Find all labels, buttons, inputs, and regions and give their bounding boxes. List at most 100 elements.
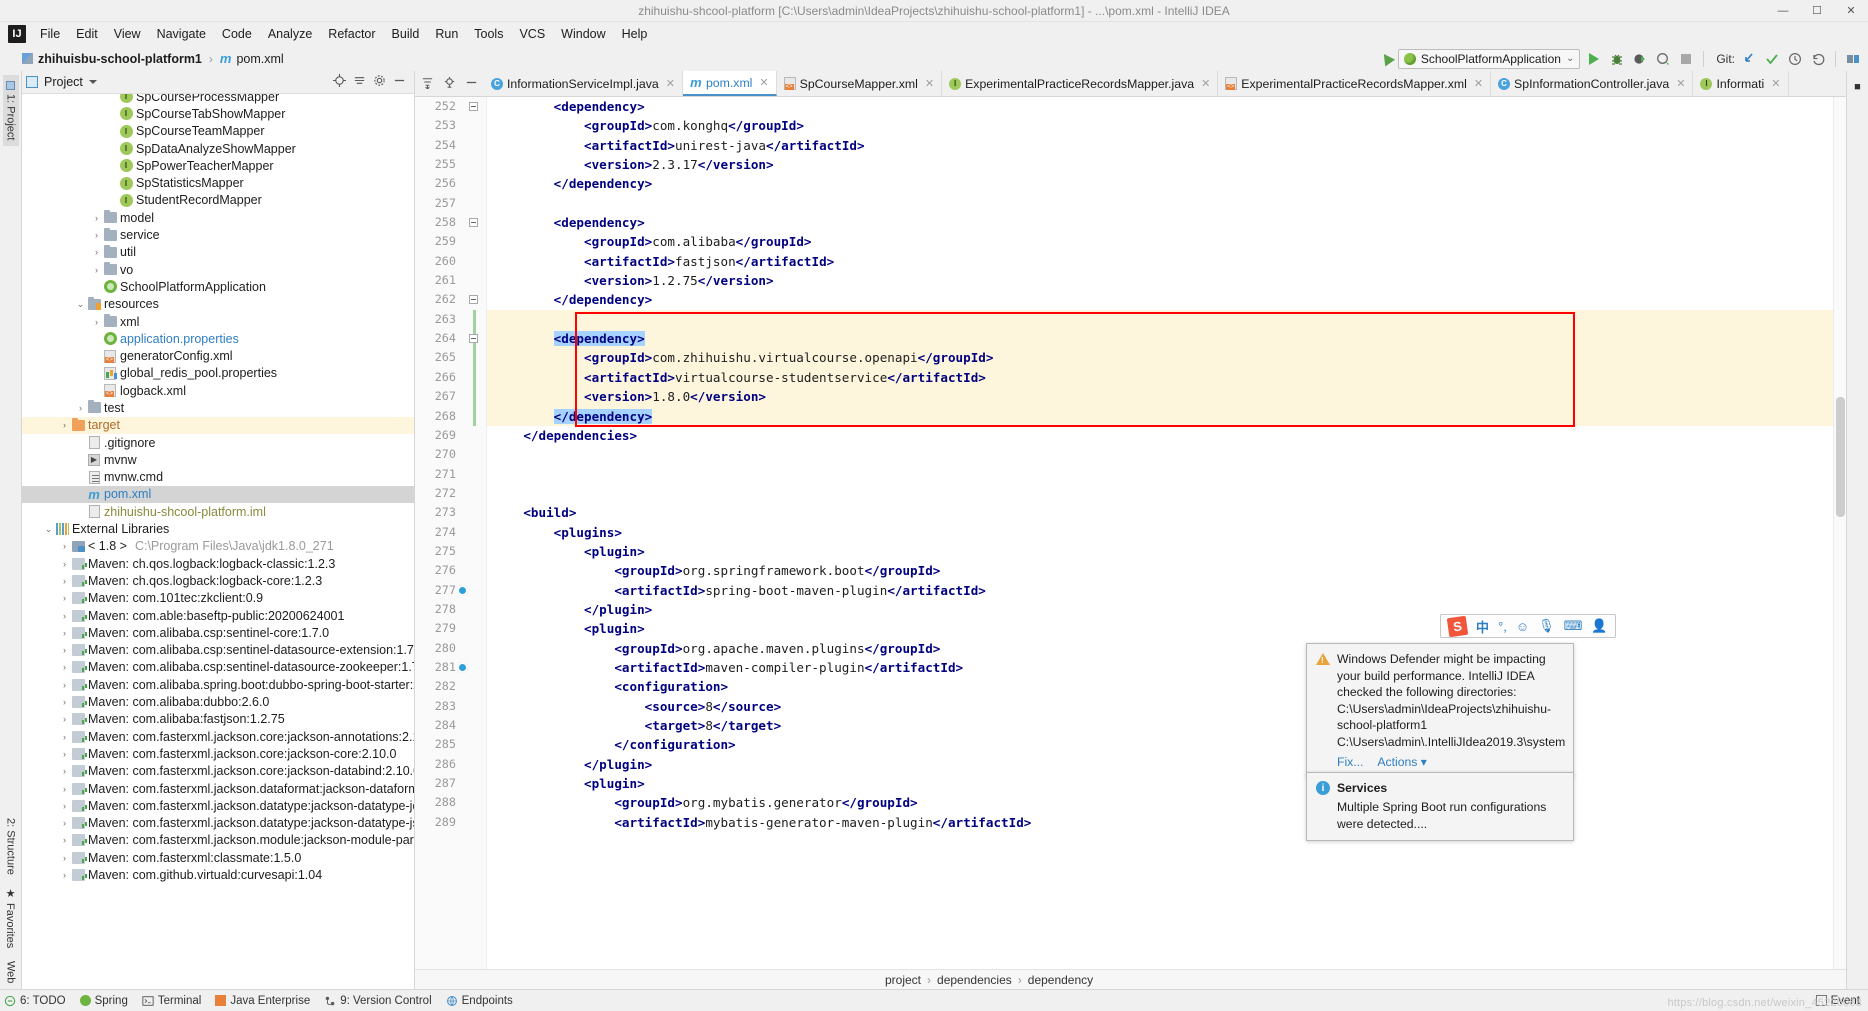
run-with-coverage-icon[interactable] [1631, 50, 1649, 68]
line-number[interactable]: 257 [415, 194, 486, 213]
line-number[interactable]: 255 [415, 155, 486, 174]
code-fold-icon[interactable] [469, 334, 478, 344]
tree-node[interactable]: › Maven: com.fasterxml:classmate:1.5.0 [22, 849, 414, 866]
code-line[interactable]: <dependency> [487, 329, 1833, 349]
code-line[interactable] [487, 309, 1833, 330]
line-number[interactable]: 284 [415, 716, 486, 735]
tree-node[interactable]: ›application.properties [22, 330, 414, 347]
line-number[interactable]: 253 [415, 116, 486, 135]
code-line[interactable]: <artifactId>maven-compiler-plugin</artif… [487, 658, 1833, 677]
tree-node[interactable]: › Maven: com.alibaba.csp:sentinel-core:1.… [22, 624, 414, 641]
scroll-from-source-icon[interactable] [333, 74, 346, 90]
tree-node[interactable]: › Maven: com.fasterxml.jackson.core:jacks… [22, 728, 414, 745]
code-line[interactable]: <artifactId>mybatis-generator-maven-plug… [487, 813, 1833, 832]
code-line[interactable]: </dependency> [487, 406, 1833, 426]
tree-node[interactable]: › test [22, 399, 414, 416]
line-number[interactable]: 264 [415, 329, 486, 348]
tree-node[interactable]: ›ISpPowerTeacherMapper [22, 157, 414, 174]
tree-expand-chevron-icon[interactable]: › [58, 662, 71, 672]
tree-node[interactable]: › Maven: com.alibaba:fastjson:1.2.75 [22, 711, 414, 728]
menu-tools[interactable]: Tools [466, 24, 511, 44]
line-number[interactable]: 263 [415, 310, 486, 329]
maximize-button[interactable]: ☐ [1800, 0, 1834, 22]
tree-node[interactable]: › Maven: com.alibaba.csp:sentinel-datasou… [22, 659, 414, 676]
tree-expand-chevron-icon[interactable]: › [58, 645, 71, 655]
tree-node[interactable]: ›generatorConfig.xml [22, 347, 414, 364]
sidebar-item-project[interactable]: 1: Project [2, 75, 19, 147]
tree-node[interactable]: › Maven: com.github.virtuald:curvesapi:1.… [22, 866, 414, 883]
maven-tool-window-icon[interactable]: ■ [1850, 75, 1866, 99]
ime-chinese-mode-icon[interactable]: 中 [1476, 617, 1489, 636]
ime-toolbar[interactable]: S 中 °, ☺ 🎙 ⌨ 👤 [1440, 614, 1616, 638]
breadcrumb-project-node[interactable]: project [885, 973, 921, 987]
close-button[interactable]: ✕ [1834, 0, 1868, 22]
code-line[interactable]: <groupId>org.springframework.boot</group… [487, 561, 1833, 580]
code-line[interactable]: <source>8</source> [487, 697, 1833, 716]
tree-expand-chevron-icon[interactable]: › [58, 835, 71, 845]
close-icon[interactable]: ✕ [666, 77, 675, 90]
tree-node[interactable]: › Maven: com.fasterxml.jackson.core:jacks… [22, 763, 414, 780]
tree-node[interactable]: › vo [22, 261, 414, 278]
sidebar-item-web[interactable]: Web [3, 955, 19, 989]
tree-expand-chevron-icon[interactable]: › [90, 247, 103, 257]
editor-scrollbar[interactable] [1833, 97, 1846, 969]
tree-node[interactable]: › Maven: com.fasterxml.jackson.dataformat… [22, 780, 414, 797]
code-fold-icon[interactable] [469, 218, 478, 228]
gear-icon[interactable] [373, 74, 386, 90]
code-line[interactable] [487, 194, 1833, 213]
line-number[interactable]: 289 [415, 813, 486, 832]
tree-expand-chevron-icon[interactable]: ⌄ [42, 524, 55, 535]
tree-node[interactable]: ›logback.xml [22, 382, 414, 399]
menu-help[interactable]: Help [614, 24, 656, 44]
tree-expand-chevron-icon[interactable]: › [58, 593, 71, 603]
line-number[interactable]: 275 [415, 542, 486, 561]
line-number[interactable]: 260 [415, 252, 486, 271]
code-content[interactable]: <dependency> <groupId>com.konghq</groupI… [487, 97, 1833, 969]
line-number[interactable]: 282 [415, 677, 486, 696]
tree-node[interactable]: ›ISpCourseTeamMapper [22, 123, 414, 140]
defender-notification[interactable]: Windows Defender might be impacting your… [1306, 643, 1574, 777]
code-line[interactable]: </plugin> [487, 755, 1833, 774]
tree-expand-chevron-icon[interactable]: › [58, 420, 71, 430]
rollback-icon[interactable] [1809, 50, 1827, 68]
line-number[interactable]: 259 [415, 232, 486, 251]
editor-tab[interactable]: C SpInformationController.java ✕ [1491, 71, 1694, 96]
code-line[interactable]: </configuration> [487, 735, 1833, 754]
close-icon[interactable]: ✕ [1676, 77, 1685, 90]
sogou-logo-icon[interactable]: S [1446, 615, 1469, 637]
line-number[interactable]: 268 [415, 407, 486, 426]
tree-node[interactable]: ›IStudentRecordMapper [22, 192, 414, 209]
close-icon[interactable]: ✕ [1771, 77, 1780, 90]
breadcrumb-dependency-node[interactable]: dependency [1028, 973, 1093, 987]
tree-expand-chevron-icon[interactable]: › [58, 628, 71, 638]
breadcrumb-dependencies-node[interactable]: dependencies [937, 973, 1012, 987]
hide-tabs-icon[interactable] [465, 76, 478, 92]
close-icon[interactable]: ✕ [1474, 77, 1483, 90]
editor-tab[interactable]: I ExperimentalPracticeRecordsMapper.java ✕ [942, 71, 1219, 96]
menu-code[interactable]: Code [214, 24, 260, 44]
line-number[interactable]: 287 [415, 774, 486, 793]
tree-expand-chevron-icon[interactable]: › [58, 541, 71, 551]
line-number[interactable]: 277 [415, 581, 486, 600]
editor-tab[interactable]: I Informati ✕ [1693, 71, 1789, 96]
run-icon[interactable] [1585, 50, 1603, 68]
tree-node[interactable]: › Maven: com.fasterxml.jackson.datatype:j… [22, 814, 414, 831]
tree-node[interactable]: ⌄ resources [22, 296, 414, 313]
scrollbar-thumb[interactable] [1836, 397, 1845, 517]
code-line[interactable]: </dependencies> [487, 426, 1833, 445]
tree-expand-chevron-icon[interactable]: › [58, 801, 71, 811]
tree-expand-chevron-icon[interactable]: › [58, 818, 71, 828]
collapse-all-icon[interactable] [353, 74, 366, 90]
editor-tab[interactable]: m pom.xml ✕ [682, 71, 777, 96]
code-line[interactable]: </dependency> [487, 174, 1833, 193]
tree-node[interactable]: ›▶mvnw [22, 451, 414, 468]
tree-node[interactable]: › Maven: ch.qos.logback:logback-core:1.2.… [22, 572, 414, 589]
line-number[interactable]: 279 [415, 619, 486, 638]
close-icon[interactable]: ✕ [759, 76, 768, 89]
tree-node[interactable]: › Maven: com.alibaba.spring.boot:dubbo-sp… [22, 676, 414, 693]
menu-edit[interactable]: Edit [68, 24, 106, 44]
tree-node[interactable]: ›mpom.xml [22, 485, 414, 504]
tree-expand-chevron-icon[interactable]: ⌄ [74, 299, 87, 310]
tree-expand-chevron-icon[interactable]: › [90, 213, 103, 223]
tree-node[interactable]: ⌄ External Libraries [22, 520, 414, 537]
